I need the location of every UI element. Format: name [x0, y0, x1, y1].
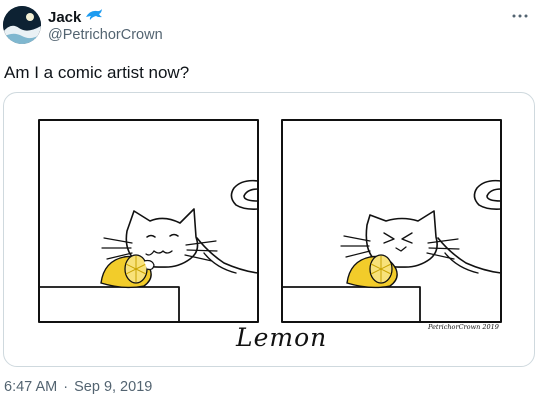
- tweet-time: 6:47 AM: [4, 379, 58, 395]
- lemon-left: [100, 254, 155, 289]
- tweet-timestamp[interactable]: 6:47 AM · Sep 9, 2019: [4, 379, 152, 395]
- comic-signature: PetrichorCrown 2019: [428, 323, 499, 331]
- more-dots-icon: [512, 14, 528, 18]
- avatar-image: [3, 6, 41, 44]
- comic-panel-right: [281, 119, 502, 323]
- author-handle[interactable]: @PetrichorCrown: [48, 27, 163, 43]
- tweet-media[interactable]: Lemon PetrichorCrown 2019: [3, 92, 535, 367]
- lemon-right: [346, 254, 398, 289]
- tweet-text: Am I a comic artist now?: [4, 63, 190, 82]
- author-display-name: Jack: [48, 8, 82, 26]
- more-options-button[interactable]: [506, 6, 534, 26]
- dolphin-icon: [85, 8, 103, 26]
- meta-separator: ·: [63, 379, 69, 395]
- avatar[interactable]: [3, 6, 41, 44]
- author-name[interactable]: Jack: [48, 8, 103, 26]
- tweet-date: Sep 9, 2019: [74, 379, 153, 395]
- comic-title: Lemon: [236, 323, 328, 352]
